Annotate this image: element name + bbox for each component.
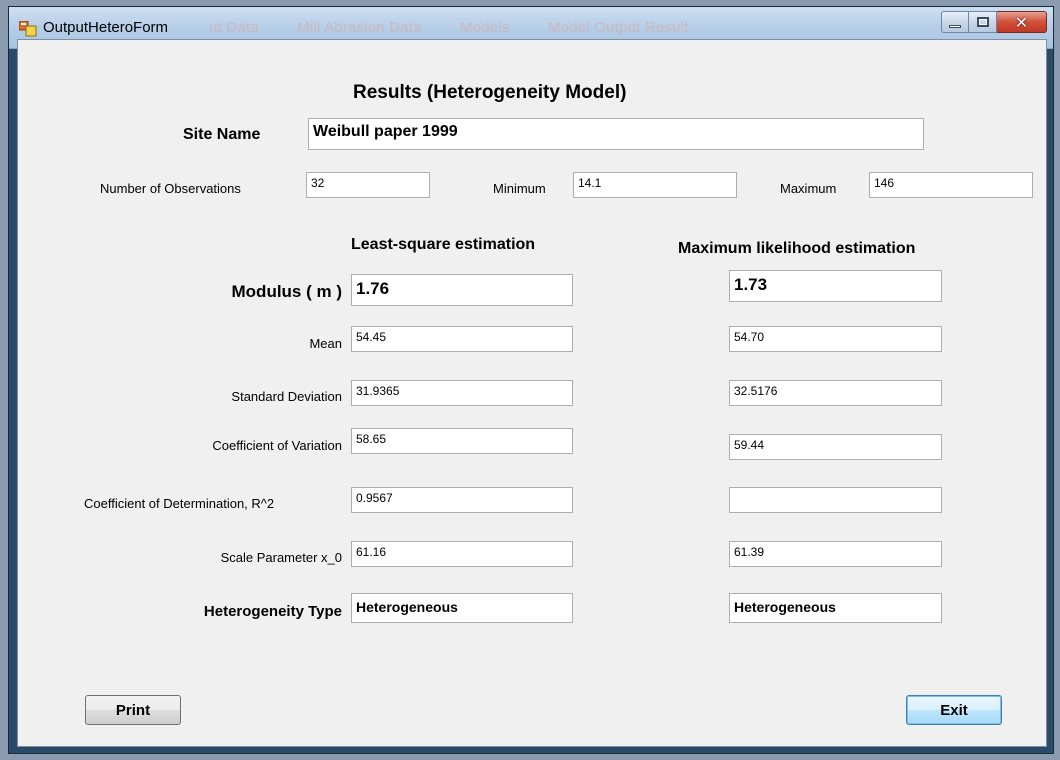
background-tab: Mill Abrasion Data: [297, 19, 422, 36]
window-controls: ✕: [941, 11, 1047, 35]
r2-lsq-field[interactable]: 0.9567: [351, 487, 573, 513]
std-dev-mle-field[interactable]: 32.5176: [729, 380, 942, 406]
background-tab: Model Output Result: [547, 19, 689, 36]
std-dev-label: Standard Deviation: [231, 389, 342, 404]
scale-label: Scale Parameter x_0: [220, 550, 342, 565]
hetero-type-lsq-field[interactable]: Heterogeneous: [351, 593, 573, 623]
r2-label: Coefficient of Determination, R^2: [84, 496, 275, 511]
app-window: ut Data Mill Abrasion Data Models Model …: [8, 6, 1054, 754]
hetero-type-mle-field[interactable]: Heterogeneous: [729, 593, 942, 623]
lsq-column-header: Least-square estimation: [351, 236, 536, 253]
scale-lsq-field[interactable]: 61.16: [351, 541, 573, 567]
form-heading: Results (Heterogeneity Model): [353, 82, 627, 103]
close-button[interactable]: ✕: [997, 11, 1047, 33]
cv-label: Coefficient of Variation: [212, 438, 342, 453]
minimum-label: Minimum: [493, 181, 546, 196]
window-title: OutputHeteroForm: [43, 19, 169, 36]
modulus-mle-field[interactable]: 1.73: [729, 270, 942, 302]
print-button[interactable]: Print: [85, 695, 181, 725]
hetero-type-label: Heterogeneity Type: [203, 603, 342, 620]
modulus-label: Modulus ( m ): [231, 282, 342, 301]
mean-mle-field[interactable]: 54.70: [729, 326, 942, 352]
mean-label: Mean: [309, 336, 342, 351]
background-tab: Models: [460, 19, 510, 36]
mean-lsq-field[interactable]: 54.45: [351, 326, 573, 352]
std-dev-lsq-field[interactable]: 31.9365: [351, 380, 573, 406]
background-tab-strip: ut Data Mill Abrasion Data Models Model …: [209, 19, 723, 36]
minimize-icon: [949, 24, 961, 28]
exit-button[interactable]: Exit: [906, 695, 1002, 725]
site-name-label: Site Name: [183, 126, 261, 143]
r2-mle-field[interactable]: [729, 487, 942, 513]
maximum-label: Maximum: [780, 181, 837, 196]
mle-column-header: Maximum likelihood estimation: [678, 240, 916, 257]
maximum-field[interactable]: 146: [869, 172, 1033, 198]
form-app-icon: [19, 21, 37, 37]
maximize-button[interactable]: [969, 11, 997, 33]
site-name-field[interactable]: Weibull paper 1999: [308, 118, 924, 150]
maximize-icon: [976, 17, 989, 27]
cv-mle-field[interactable]: 59.44: [729, 434, 942, 460]
minimize-button[interactable]: [941, 11, 969, 33]
observations-field[interactable]: 32: [306, 172, 430, 198]
modulus-lsq-field[interactable]: 1.76: [351, 274, 573, 306]
form-client-area: Results (Heterogeneity Model) Site Name …: [17, 39, 1047, 747]
scale-mle-field[interactable]: 61.39: [729, 541, 942, 567]
cv-lsq-field[interactable]: 58.65: [351, 428, 573, 454]
observations-label: Number of Observations: [100, 181, 241, 196]
close-icon: ✕: [1014, 12, 1029, 32]
background-tab: ut Data: [209, 19, 259, 36]
minimum-field[interactable]: 14.1: [573, 172, 737, 198]
